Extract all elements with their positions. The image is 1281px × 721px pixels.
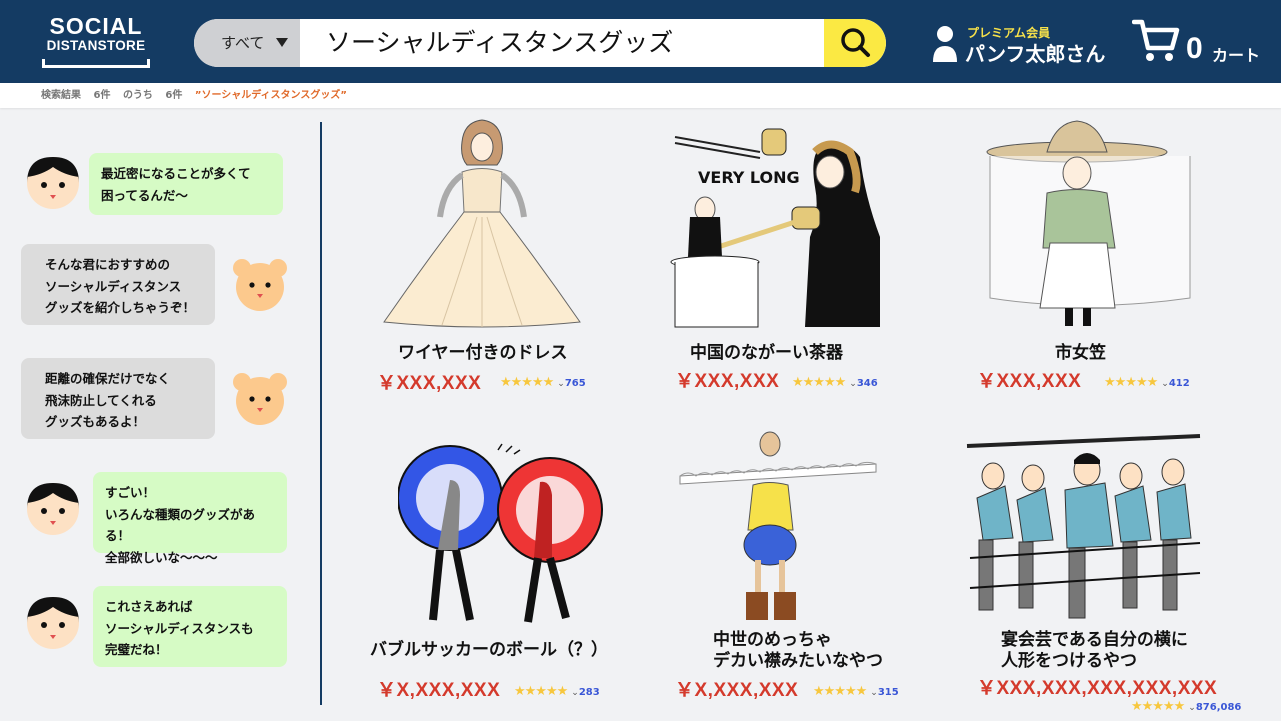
cart-label: カート (1212, 46, 1261, 65)
product-name-line1[interactable]: 宴会芸である自分の横に (1001, 630, 1188, 651)
review-count: 315 (877, 687, 899, 698)
boy-avatar-icon (27, 483, 79, 535)
product-name-line2[interactable]: デカい襟みたいなやつ (713, 651, 883, 672)
results-label: 検索結果 (41, 90, 81, 101)
product-price: ￥XXX,XXX (377, 373, 482, 394)
star-icon: ★★★★★ (813, 684, 867, 699)
image-caption: VERY LONG (698, 168, 800, 187)
chevron-down-icon: ⌄ (870, 688, 878, 698)
review-count: 283 (578, 687, 600, 698)
product-name-line2[interactable]: 人形をつけるやつ (1001, 651, 1137, 672)
review-count: 346 (856, 378, 878, 389)
review-count: 876,086 (1195, 702, 1242, 713)
product-rating[interactable]: ★★★★★ ⌄283 (514, 680, 600, 699)
product-name[interactable]: 市女笠 (1055, 343, 1106, 364)
star-icon: ★★★★★ (514, 684, 568, 699)
chevron-down-icon: ⌄ (1188, 703, 1196, 713)
star-icon: ★★★★★ (792, 375, 846, 390)
product-price: ￥X,XXX,XXX (675, 680, 799, 701)
boy-avatar-icon (27, 157, 79, 209)
cart-count: 0 (1186, 32, 1203, 65)
chat-bubble: これさえあれば ソーシャルディスタンスも 完璧だね！ (93, 586, 287, 667)
chevron-down-icon: ⌄ (849, 379, 857, 389)
product-name[interactable]: ワイヤー付きのドレス (398, 343, 568, 364)
long-teapot-image[interactable]: VERY LONG (670, 117, 885, 329)
category-label: すべて (221, 34, 265, 52)
user-icon (933, 26, 957, 62)
cart-button[interactable]: 0 カート (1132, 18, 1272, 68)
product-name-line1[interactable]: 中世のめっちゃ (713, 630, 832, 651)
product-name[interactable]: バブルサッカーのボール（？） (370, 640, 608, 661)
medieval-collar-image[interactable] (678, 430, 878, 625)
product-price: ￥XXX,XXX (675, 371, 780, 392)
boy-avatar-icon (27, 597, 79, 649)
party-puppets-image[interactable] (965, 428, 1205, 623)
chat-bubble: そんな君におすすめの ソーシャルディスタンス グッズを紹介しちゃうぞ！ (21, 244, 215, 325)
site-logo[interactable]: SOCIAL DISTANSTORE (40, 14, 152, 70)
product-rating[interactable]: ★★★★★ ⌄876,086 (1131, 695, 1241, 714)
logo-underline (42, 59, 150, 68)
ichime-gasa-image[interactable] (985, 118, 1195, 333)
chat-bubble: 距離の確保だけでなく 飛沫防止してくれる グッズもあるよ！ (21, 358, 215, 439)
product-name[interactable]: 中国のながーい茶器 (690, 343, 843, 364)
product-rating[interactable]: ★★★★★ ⌄765 (500, 371, 586, 390)
product-rating[interactable]: ★★★★★ ⌄315 (813, 680, 899, 699)
result-count-a: 6件 (93, 90, 111, 101)
star-icon: ★★★★★ (1104, 375, 1158, 390)
bubble-soccer-image[interactable] (398, 440, 608, 630)
sidebar-divider (320, 122, 322, 705)
search-input[interactable] (326, 19, 816, 67)
chat-bubble: 最近密になることが多くて 困ってるんだ〜 (89, 153, 283, 215)
chevron-down-icon: ⌄ (1161, 379, 1169, 389)
review-count: 412 (1168, 378, 1190, 389)
chevron-down-icon: ⌄ (557, 379, 565, 389)
site-header: SOCIAL DISTANSTORE すべて プレミアム会員 パンフ太郎さん (0, 0, 1281, 83)
user-account[interactable]: プレミアム会員 パンフ太郎さん (931, 22, 1111, 66)
product-rating[interactable]: ★★★★★ ⌄346 (792, 371, 878, 390)
logo-line1: SOCIAL (49, 13, 143, 39)
chat-bubble: すごい！ いろんな種類のグッズがある！ 全部欲しいな〜〜〜 (93, 472, 287, 565)
result-count-b: 6件 (165, 90, 183, 101)
search-result-summary: 検索結果 6件 のうち 6件 ”ソーシャルディスタンスグッズ” (0, 83, 1281, 108)
search-button[interactable] (824, 19, 886, 67)
category-dropdown[interactable]: すべて (194, 19, 300, 67)
product-price: ￥X,XXX,XXX (377, 680, 501, 701)
search-icon (841, 28, 870, 57)
bear-avatar-icon (233, 259, 287, 311)
logo-line2: DISTANSTORE (46, 38, 146, 53)
star-icon: ★★★★★ (500, 375, 554, 390)
product-price: ￥XXX,XXX (977, 371, 1082, 392)
user-name: パンフ太郎さん (965, 42, 1106, 66)
dress-image[interactable] (382, 117, 587, 332)
query-echo: ”ソーシャルディスタンスグッズ” (194, 90, 347, 101)
bear-avatar-icon (233, 373, 287, 425)
star-icon: ★★★★★ (1131, 699, 1185, 714)
search-bar: すべて (194, 19, 886, 67)
of-label: のうち (122, 90, 153, 101)
review-count: 765 (564, 378, 586, 389)
chevron-down-icon: ⌄ (571, 688, 579, 698)
cart-icon (1132, 19, 1180, 61)
chevron-down-icon (276, 38, 288, 47)
product-rating[interactable]: ★★★★★ ⌄412 (1104, 371, 1190, 390)
